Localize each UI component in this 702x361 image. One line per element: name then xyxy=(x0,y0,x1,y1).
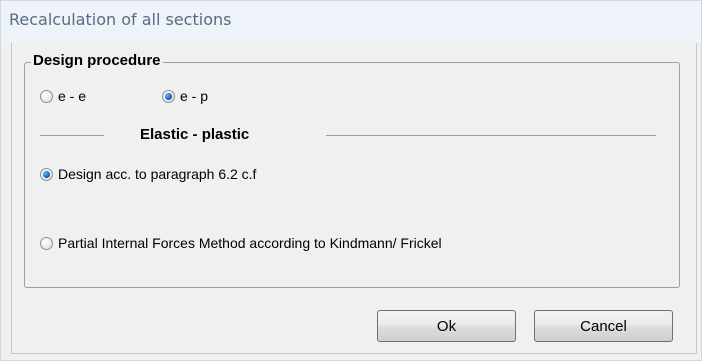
radio-e-p-label: e - p xyxy=(180,88,209,104)
radio-paragraph-6-2[interactable]: Design acc. to paragraph 6.2 c.f xyxy=(40,166,256,182)
radio-kindmann-frickel-circle[interactable] xyxy=(40,236,53,250)
radio-e-e-label: e - e xyxy=(58,88,87,104)
radio-paragraph-6-2-label: Design acc. to paragraph 6.2 c.f xyxy=(58,166,257,182)
separator-left xyxy=(40,135,104,136)
separator-right xyxy=(326,135,656,136)
cancel-button[interactable]: Cancel xyxy=(534,310,673,342)
title-bar: Recalculation of all sections xyxy=(1,1,701,43)
radio-e-e[interactable]: e - e xyxy=(40,88,86,104)
radio-e-p-circle[interactable] xyxy=(162,89,175,103)
radio-e-p[interactable]: e - p xyxy=(162,88,208,104)
radio-kindmann-frickel[interactable]: Partial Internal Forces Method according… xyxy=(40,235,442,251)
ok-button[interactable]: Ok xyxy=(377,310,516,342)
dialog-title: Recalculation of all sections xyxy=(9,10,232,29)
radio-e-e-circle[interactable] xyxy=(40,89,53,103)
radio-paragraph-6-2-circle[interactable] xyxy=(40,167,53,181)
design-procedure-legend: Design procedure xyxy=(31,52,163,69)
radio-kindmann-frickel-label: Partial Internal Forces Method according… xyxy=(58,235,442,251)
elastic-plastic-heading: Elastic - plastic xyxy=(140,126,250,143)
